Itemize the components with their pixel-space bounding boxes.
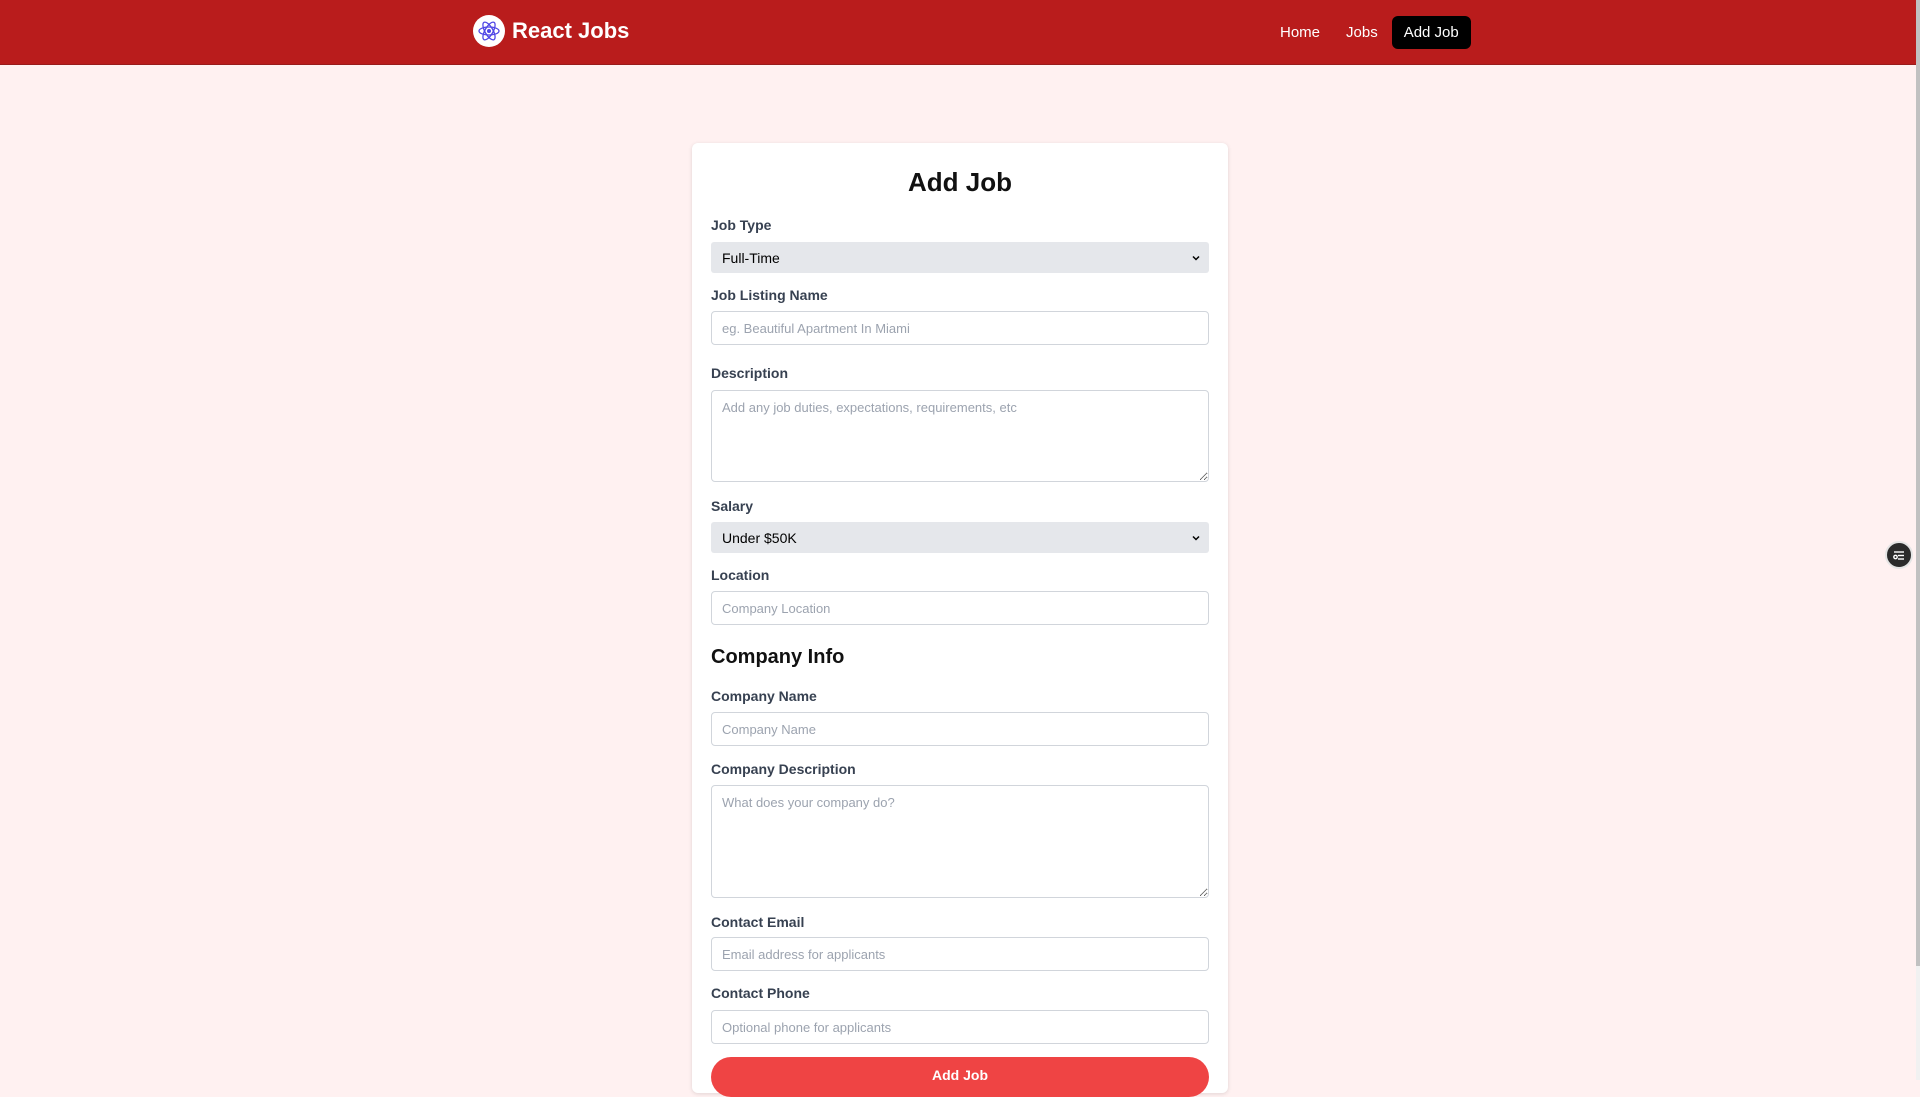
- settings-toggle-icon[interactable]: [1885, 541, 1913, 569]
- chevron-down-icon: [1191, 530, 1201, 546]
- company-name-label: Company Name: [711, 688, 817, 704]
- company-description-textarea[interactable]: [711, 785, 1209, 898]
- contact-email-label: Contact Email: [711, 914, 805, 930]
- add-job-form: Add Job Job Type Full-Time Job Listing N…: [692, 143, 1228, 1097]
- location-label: Location: [711, 567, 770, 583]
- contact-phone-label: Contact Phone: [711, 985, 810, 1001]
- nav-links: Home Jobs Add Job: [1266, 16, 1471, 49]
- contact-email-input[interactable]: [711, 937, 1209, 971]
- location-input[interactable]: [711, 591, 1209, 625]
- job-type-value: Full-Time: [722, 249, 780, 266]
- salary-label: Salary: [711, 498, 754, 514]
- page-title: Add Job: [908, 167, 1012, 197]
- brand-name: React Jobs: [512, 18, 630, 43]
- salary-value: Under $50K: [722, 529, 797, 546]
- brand-link[interactable]: React Jobs: [473, 15, 629, 47]
- job-name-input[interactable]: [711, 311, 1209, 345]
- add-job-button[interactable]: Add Job: [711, 1057, 1209, 1097]
- nav-link-jobs[interactable]: Jobs: [1334, 16, 1390, 49]
- contact-phone-input[interactable]: [711, 1010, 1209, 1044]
- job-name-label: Job Listing Name: [711, 287, 828, 303]
- company-name-input[interactable]: [711, 712, 1209, 746]
- company-info-heading: Company Info: [711, 646, 845, 668]
- company-description-label: Company Description: [711, 761, 856, 777]
- chevron-down-icon: [1191, 250, 1201, 266]
- react-logo-icon: [473, 15, 505, 47]
- nav-link-home[interactable]: Home: [1268, 16, 1332, 49]
- nav-link-add-job[interactable]: Add Job: [1391, 16, 1471, 49]
- job-type-label: Job Type: [711, 217, 772, 233]
- salary-select[interactable]: Under $50K: [711, 522, 1209, 553]
- navbar: React Jobs Home Jobs Add Job: [0, 0, 1916, 65]
- description-label: Description: [711, 365, 789, 381]
- description-textarea[interactable]: [711, 390, 1209, 482]
- job-type-select[interactable]: Full-Time: [711, 242, 1209, 273]
- scrollbar-thumb[interactable]: [1916, 0, 1920, 966]
